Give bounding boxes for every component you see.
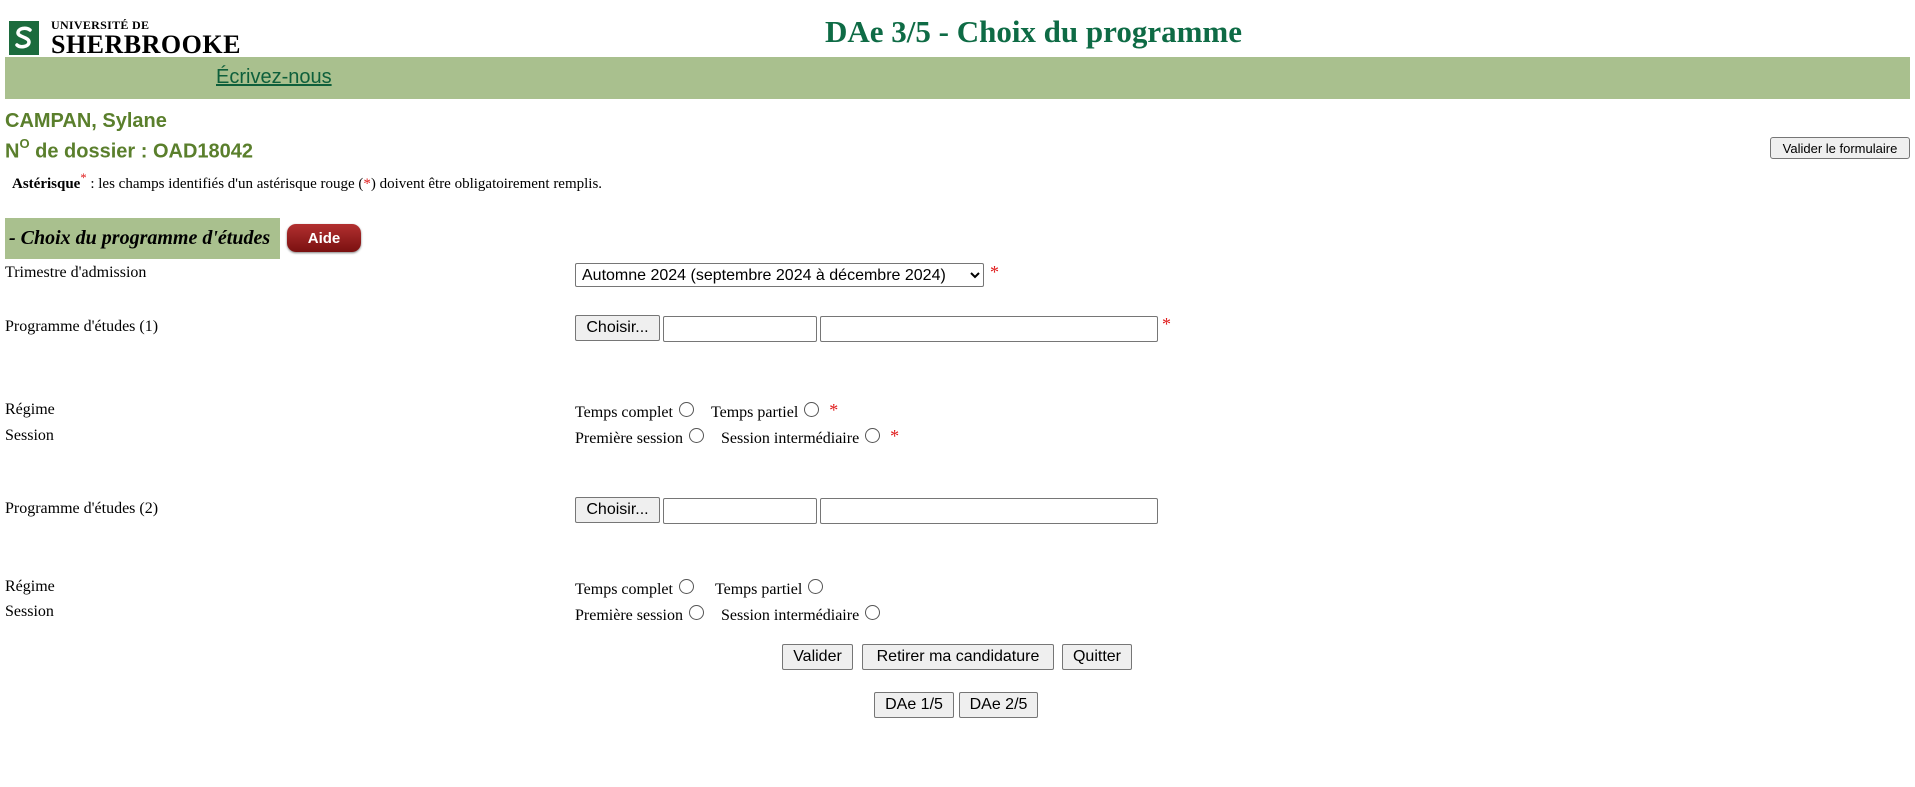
applicant-name: CAMPAN, Sylane: [5, 110, 167, 132]
regime1-part-time-radio[interactable]: [804, 402, 820, 417]
dossier-prefix: N: [5, 140, 20, 163]
note-bold: Astérisque: [12, 176, 81, 192]
program1-code-input[interactable]: [663, 316, 817, 342]
session1-intermediate-radio[interactable]: [865, 428, 881, 443]
session1-intermediate-label: Session intermédiaire: [720, 430, 860, 447]
page: UNIVERSITÉ DE SHERBROOKE DAe 3/5 - Choix…: [0, 0, 1915, 787]
session2-intermediate: Session intermédiaire: [720, 605, 881, 625]
session2-options: Première session Session intermédiaire: [575, 605, 881, 625]
regime2-full-time-label: Temps complet: [575, 581, 673, 598]
note-text-1: : les champs identifiés d'un astérisque …: [86, 176, 364, 192]
quit-button[interactable]: Quitter: [1062, 644, 1132, 670]
regime2-part-time-radio[interactable]: [808, 579, 824, 594]
top-nav-bar: Écrivez-nous: [5, 57, 1910, 99]
program2-code-input[interactable]: [663, 498, 817, 524]
regime2-full-time-radio[interactable]: [678, 579, 694, 594]
session2-intermediate-radio[interactable]: [865, 605, 881, 620]
regime1-full-time: Temps complet: [575, 402, 694, 422]
program2-description-input[interactable]: [820, 498, 1158, 524]
session1-first-label: Première session: [575, 430, 683, 447]
session1-first-radio[interactable]: [688, 428, 704, 443]
regime1-part-time: Temps partiel: [710, 402, 820, 422]
regime2-part-time: Temps partiel: [714, 579, 824, 599]
trimester-required-star: *: [990, 262, 999, 282]
program2-choose-button[interactable]: Choisir...: [575, 497, 660, 523]
required-note: Astérisque * : les champs identifiés d'un…: [12, 171, 602, 193]
session1-intermediate: Session intermédiaire: [720, 428, 881, 448]
page-title: DAe 3/5 - Choix du programme: [824, 14, 1243, 49]
session2-intermediate-label: Session intermédiaire: [720, 607, 860, 624]
dossier-sup: O: [19, 136, 30, 151]
dossier-rest: de dossier : OAD18042: [29, 140, 254, 163]
section-title: - Choix du programme d'études: [9, 227, 271, 249]
validate-button[interactable]: Valider: [782, 644, 853, 670]
regime2-full-time: Temps complet: [575, 579, 694, 599]
session1-label: Session: [5, 427, 54, 444]
regime2-options: Temps complet Temps partiel: [575, 579, 824, 599]
withdraw-application-button[interactable]: Retirer ma candidature: [862, 644, 1054, 670]
session1-required-star: *: [890, 426, 900, 446]
note-text-2: ) doivent être obligatoirement remplis.: [370, 176, 603, 192]
note-star-2: *: [363, 176, 371, 192]
session2-first-radio[interactable]: [688, 605, 704, 620]
step1-button[interactable]: DAe 1/5: [874, 692, 954, 718]
regime1-options: Temps complet Temps partiel *: [575, 400, 838, 425]
regime1-label: Régime: [5, 401, 55, 418]
session2-first: Première session: [575, 605, 704, 625]
regime1-full-time-label: Temps complet: [575, 404, 673, 421]
validate-form-button[interactable]: Valider le formulaire: [1770, 137, 1910, 159]
session2-first-label: Première session: [575, 607, 683, 624]
regime1-full-time-radio[interactable]: [678, 402, 694, 417]
program1-choose-button[interactable]: Choisir...: [575, 315, 660, 341]
program2-label: Programme d'études (2): [5, 500, 159, 517]
page-title-wrap: DAe 3/5 - Choix du programme: [0, 14, 1915, 50]
trimester-select[interactable]: Automne 2024 (septembre 2024 à décembre …: [575, 263, 984, 287]
section-header: - Choix du programme d'études: [5, 218, 280, 259]
trimester-label: Trimestre d'admission: [5, 264, 147, 281]
program1-description-input[interactable]: [820, 316, 1158, 342]
session1-options: Première session Session intermédiaire *: [575, 426, 899, 451]
help-button[interactable]: Aide: [287, 224, 361, 252]
regime1-part-time-label: Temps partiel: [710, 404, 799, 421]
program1-label: Programme d'études (1): [5, 318, 159, 335]
step2-button[interactable]: DAe 2/5: [959, 692, 1038, 718]
write-to-us-link[interactable]: Écrivez-nous: [216, 66, 332, 89]
dossier-number: NO de dossier : OAD18042: [5, 136, 254, 164]
session2-label: Session: [5, 603, 54, 620]
regime2-label: Régime: [5, 578, 55, 595]
program1-required-star: *: [1162, 314, 1171, 334]
regime1-required-star: *: [829, 400, 839, 420]
regime2-part-time-label: Temps partiel: [714, 581, 803, 598]
session1-first: Première session: [575, 428, 704, 448]
